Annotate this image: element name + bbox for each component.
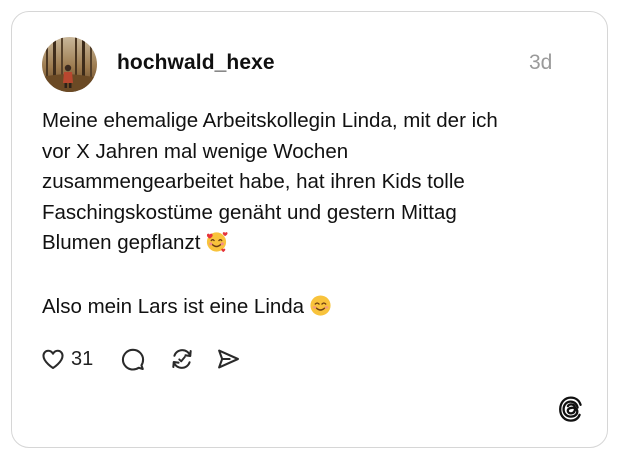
repost-button[interactable] — [169, 343, 195, 375]
threads-logo-icon-graphic — [559, 396, 582, 422]
post-text-fragment: Also mein Lars ist eine Linda — [42, 294, 305, 318]
threads-logo-icon[interactable] — [558, 395, 584, 423]
username[interactable]: hochwald_hexe — [117, 51, 275, 75]
smiling-face-with-smiling-eyes-emoji-icon — [310, 294, 331, 316]
post-text-fragment: Blumen gepflanzt — [42, 231, 201, 254]
share-button[interactable] — [215, 343, 241, 375]
post-text-line-with-emoji: Also mein Lars ist eine Linda — [42, 292, 582, 323]
repost-icon — [172, 349, 192, 369]
comment-icon — [121, 348, 145, 371]
post-body: Meine ehemalige Arbeitskollegin Linda, m… — [42, 106, 582, 322]
post-text-line: zusammengearbeitet habe, hat ihren Kids … — [42, 170, 465, 193]
post-text-line: vor X Jahren mal wenige Wochen — [42, 139, 349, 163]
avatar-image — [42, 37, 97, 92]
reply-button[interactable] — [120, 343, 146, 375]
post-text-line-with-emoji: Blumen gepflanzt — [42, 228, 582, 259]
post-timestamp: 3d — [529, 51, 553, 74]
smiling-face-with-hearts-emoji-icon — [207, 232, 228, 253]
avatar[interactable] — [42, 37, 97, 92]
like-count: 31 — [71, 347, 94, 370]
share-icon — [218, 349, 239, 369]
heart-icon — [42, 349, 64, 370]
post-text-line: Meine ehemalige Arbeitskollegin Linda, m… — [42, 109, 498, 132]
like-button[interactable]: 31 — [40, 343, 93, 375]
post-text-line: Faschingskostüme genäht und gestern Mitt… — [42, 200, 457, 224]
